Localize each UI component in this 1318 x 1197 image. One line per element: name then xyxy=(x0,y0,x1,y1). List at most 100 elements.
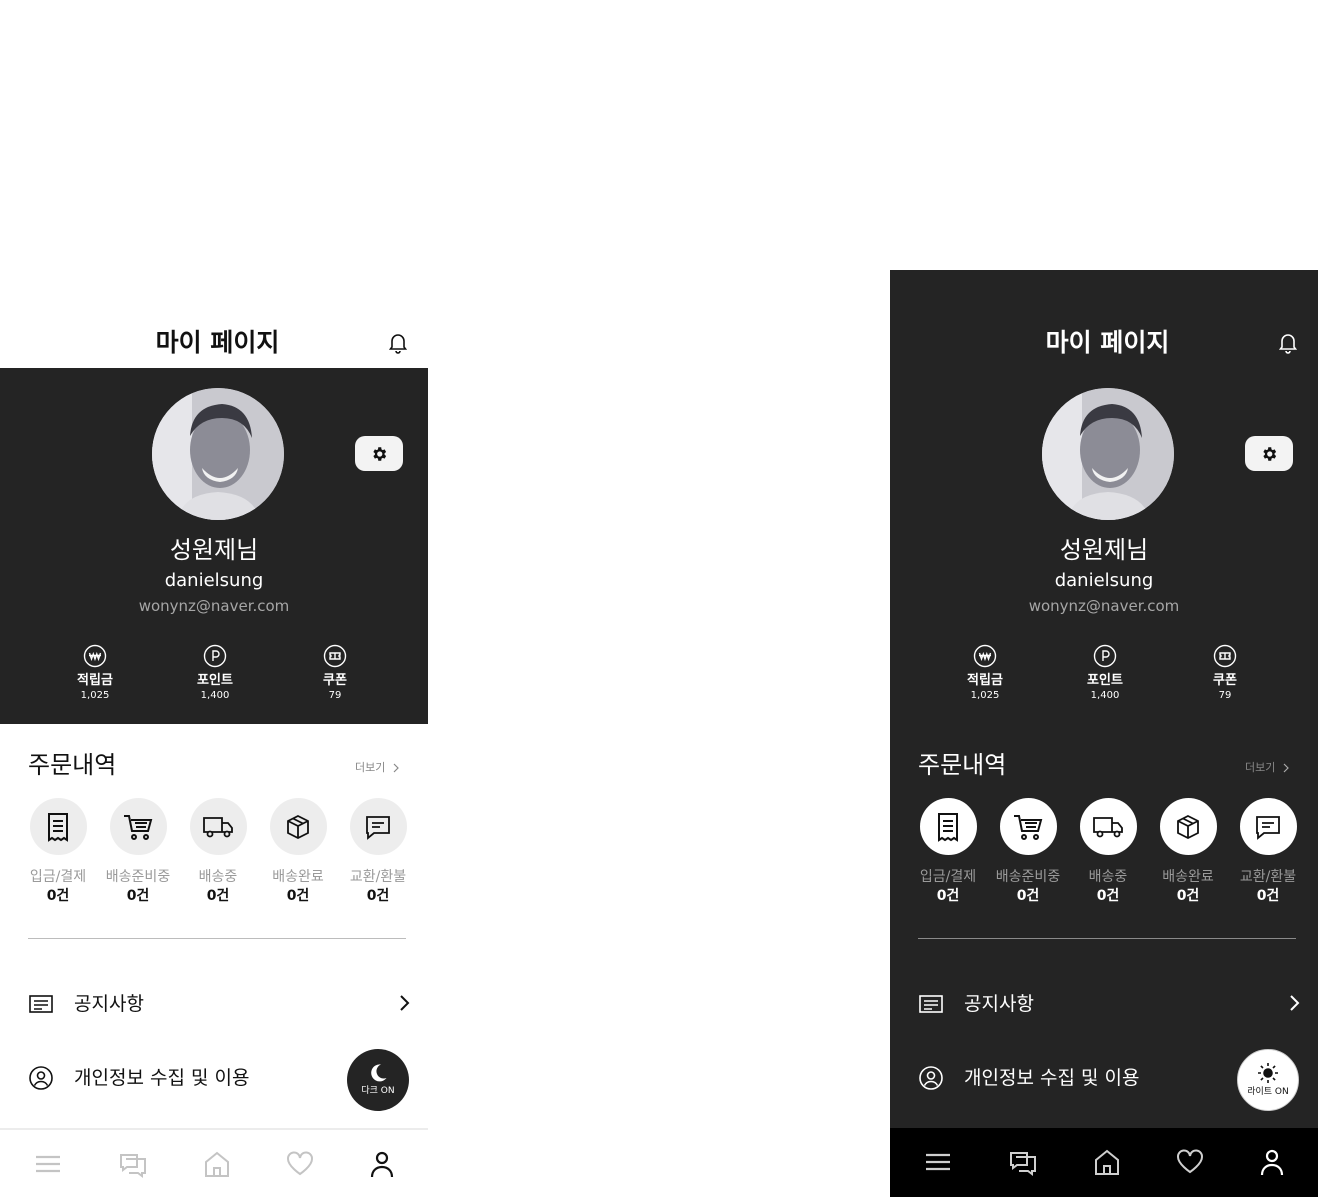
menu-item-notice[interactable]: 공지사항 xyxy=(918,984,1300,1024)
sun-icon xyxy=(1258,1063,1278,1083)
order-step-count: 0건 xyxy=(1016,888,1040,904)
orders-title: 주문내역 xyxy=(28,751,117,779)
point-coin-icon xyxy=(1093,644,1117,668)
order-step-label: 배송완료 xyxy=(1162,869,1214,885)
settings-button[interactable] xyxy=(355,436,403,471)
settings-button[interactable] xyxy=(1245,436,1293,471)
cart-icon xyxy=(124,814,153,840)
profile-card: 성원제님 danielsung wonynz@naver.com 적립금 1,0… xyxy=(0,368,428,724)
chevron-right-icon xyxy=(400,995,410,1011)
order-step-payment[interactable]: 입금/결제 0건 xyxy=(18,798,98,906)
order-step-exchange[interactable]: 교환/환불 0건 xyxy=(338,798,418,906)
light-mode-toggle[interactable]: 라이트 ON xyxy=(1237,1049,1299,1111)
profile-email: wonynz@naver.com xyxy=(138,597,290,615)
order-step-count: 0건 xyxy=(1096,888,1120,904)
order-step-count: 0건 xyxy=(286,888,310,904)
chat-icon xyxy=(1256,815,1280,840)
stat-label: 쿠폰 xyxy=(1213,673,1237,688)
coupon-icon xyxy=(1213,644,1237,668)
avatar xyxy=(1042,388,1174,520)
heart-icon[interactable] xyxy=(1176,1148,1204,1176)
toggle-label: 다크 ON xyxy=(361,1086,395,1096)
toggle-label: 라이트 ON xyxy=(1247,1087,1289,1097)
stat-label: 적립금 xyxy=(967,673,1003,688)
menu-icon[interactable] xyxy=(34,1150,62,1178)
menu-item-notice[interactable]: 공지사항 xyxy=(28,984,410,1024)
profile-card: 성원제님 danielsung wonynz@naver.com 적립금 1,0… xyxy=(890,368,1318,724)
stat-reward[interactable]: 적립금 1,025 xyxy=(55,644,135,702)
orders-more-link[interactable]: 더보기 xyxy=(355,760,400,776)
more-label: 더보기 xyxy=(1245,761,1276,774)
won-coin-icon xyxy=(83,644,107,668)
user-icon[interactable] xyxy=(368,1150,396,1178)
box-icon xyxy=(287,814,309,839)
order-step-delivered[interactable]: 배송완료 0건 xyxy=(258,798,338,906)
truck-icon xyxy=(203,816,233,837)
order-step-preparing[interactable]: 배송준비중 0건 xyxy=(98,798,178,906)
profile-name: 성원제님 xyxy=(169,536,259,564)
stat-value: 1,025 xyxy=(80,690,110,701)
notice-icon xyxy=(919,995,943,1013)
truck-icon xyxy=(1093,816,1123,837)
order-step-shipping[interactable]: 배송중 0건 xyxy=(1068,798,1148,906)
order-step-label: 배송준비중 xyxy=(995,869,1061,885)
order-step-preparing[interactable]: 배송준비중 0건 xyxy=(988,798,1068,906)
stat-reward[interactable]: 적립금 1,025 xyxy=(945,644,1025,702)
stat-coupon[interactable]: 쿠폰 79 xyxy=(295,644,375,702)
stat-label: 포인트 xyxy=(197,673,233,688)
profile-email: wonynz@naver.com xyxy=(1028,597,1180,615)
order-step-label: 배송중 xyxy=(1088,869,1128,885)
home-icon[interactable] xyxy=(203,1150,231,1178)
chevron-right-icon xyxy=(1283,763,1290,773)
order-step-delivered[interactable]: 배송완료 0건 xyxy=(1148,798,1228,906)
stat-value: 79 xyxy=(328,690,342,701)
order-step-label: 배송중 xyxy=(198,869,238,885)
order-step-label: 배송준비중 xyxy=(105,869,171,885)
menu-item-label: 개인정보 수집 및 이용 xyxy=(964,1067,1140,1089)
order-step-count: 0건 xyxy=(126,888,150,904)
order-step-shipping[interactable]: 배송중 0건 xyxy=(178,798,258,906)
moon-icon xyxy=(371,1064,387,1082)
menu-item-label: 개인정보 수집 및 이용 xyxy=(74,1067,250,1089)
user-circle-icon xyxy=(29,1066,53,1090)
order-step-payment[interactable]: 입금/결제 0건 xyxy=(908,798,988,906)
profile-name: 성원제님 xyxy=(1059,536,1149,564)
receipt-icon xyxy=(48,812,68,842)
cart-icon xyxy=(1014,814,1043,840)
point-coin-icon xyxy=(203,644,227,668)
notice-icon xyxy=(29,995,53,1013)
stat-coupon[interactable]: 쿠폰 79 xyxy=(1185,644,1265,702)
stat-value: 1,400 xyxy=(1090,690,1120,701)
orders-title: 주문내역 xyxy=(918,751,1007,779)
stat-label: 적립금 xyxy=(77,673,113,688)
heart-icon[interactable] xyxy=(286,1150,314,1178)
receipt-icon xyxy=(938,812,958,842)
menu-item-label: 공지사항 xyxy=(964,993,1034,1015)
box-icon xyxy=(1177,814,1199,839)
user-circle-icon xyxy=(919,1066,943,1090)
dark-mode-screen: 마이 페이지 성원제님 danielsung wonynz@naver.com … xyxy=(890,270,1318,1197)
bell-icon[interactable] xyxy=(1278,332,1298,354)
chat-bubble-icon[interactable] xyxy=(119,1150,147,1178)
dark-mode-toggle[interactable]: 다크 ON xyxy=(347,1049,409,1111)
stat-value: 79 xyxy=(1218,690,1232,701)
bottom-tab-bar xyxy=(890,1128,1318,1197)
stat-label: 쿠폰 xyxy=(323,673,347,688)
divider xyxy=(28,938,406,939)
stat-point[interactable]: 포인트 1,400 xyxy=(1065,644,1145,702)
bell-icon[interactable] xyxy=(388,332,408,354)
orders-more-link[interactable]: 더보기 xyxy=(1245,760,1290,776)
menu-icon[interactable] xyxy=(924,1148,952,1176)
profile-username: danielsung xyxy=(1054,570,1154,591)
profile-username: danielsung xyxy=(164,570,264,591)
stat-point[interactable]: 포인트 1,400 xyxy=(175,644,255,702)
gear-icon xyxy=(1263,446,1277,461)
gear-icon xyxy=(373,446,387,461)
chat-bubble-icon[interactable] xyxy=(1009,1148,1037,1176)
home-icon[interactable] xyxy=(1093,1148,1121,1176)
order-step-count: 0건 xyxy=(936,888,960,904)
order-step-label: 배송완료 xyxy=(272,869,324,885)
user-icon[interactable] xyxy=(1258,1148,1286,1176)
order-step-exchange[interactable]: 교환/환불 0건 xyxy=(1228,798,1308,906)
page-title: 마이 페이지 xyxy=(1045,328,1170,357)
